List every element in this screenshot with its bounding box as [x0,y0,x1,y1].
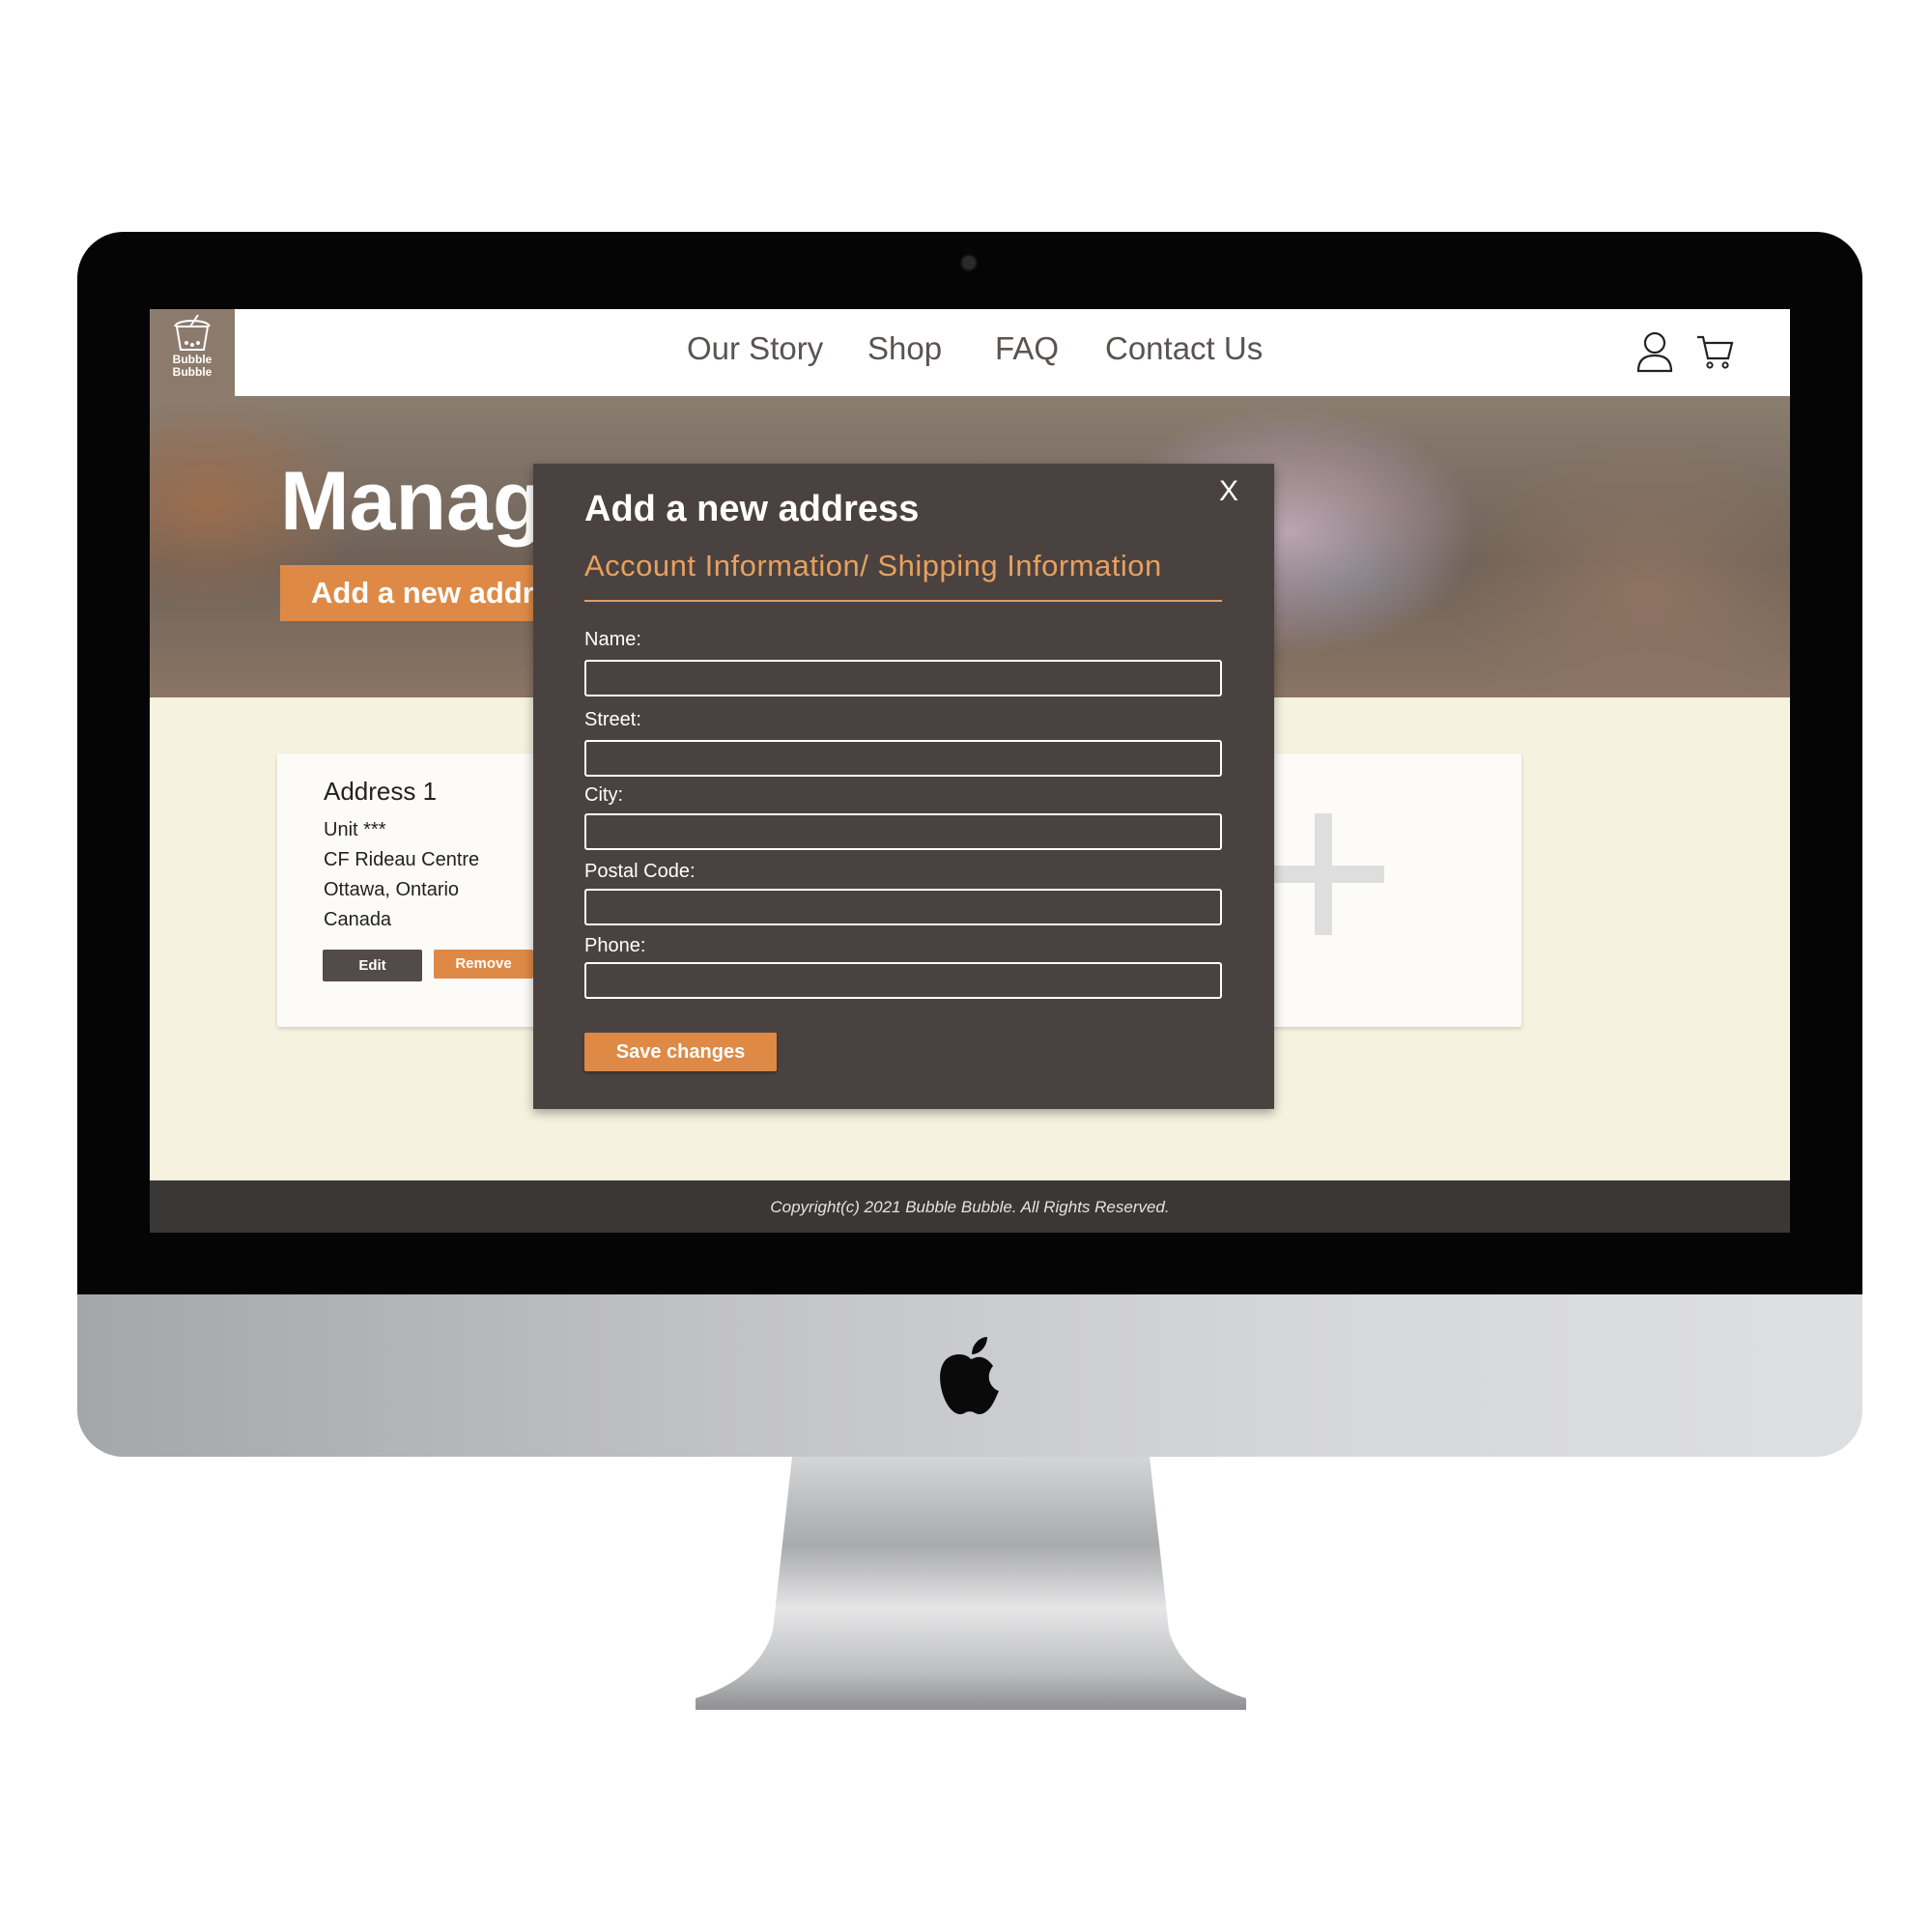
city-label: City: [584,784,623,806]
copyright-text: Copyright(c) 2021 Bubble Bubble. All Rig… [770,1198,1170,1216]
nav-our-story[interactable]: Our Story [687,330,823,367]
postal-code-field[interactable] [584,889,1222,925]
cart-icon[interactable] [1695,332,1734,371]
top-nav: Bubble Bubble Our Story Shop FAQ Contact… [150,309,1790,397]
address-line: Unit *** [324,819,386,840]
screen: Bubble Bubble Our Story Shop FAQ Contact… [150,309,1790,1233]
city-field[interactable] [584,813,1222,850]
monitor-stand [696,1457,1246,1710]
logo-line1: Bubble [172,353,213,366]
camera-icon [962,256,976,270]
divider [584,600,1222,602]
phone-field[interactable] [584,962,1222,999]
brand-logo[interactable]: Bubble Bubble [150,309,235,396]
postal-code-label: Postal Code: [584,861,696,882]
name-label: Name: [584,629,641,650]
street-label: Street: [584,709,641,730]
edit-button[interactable]: Edit [323,950,422,981]
nav-contact-us[interactable]: Contact Us [1105,330,1263,367]
street-field[interactable] [584,740,1222,777]
page-title: Manag [280,455,544,548]
add-address-card[interactable] [1232,753,1521,1027]
nav-shop[interactable]: Shop [867,330,942,367]
remove-button[interactable]: Remove [434,950,533,979]
cup-icon [174,314,211,351]
footer: Copyright(c) 2021 Bubble Bubble. All Rig… [150,1180,1790,1233]
add-address-modal: X Add a new address Account Information/… [533,464,1274,1109]
user-icon[interactable] [1635,330,1674,373]
address-line: Ottawa, Ontario [324,879,460,900]
nav-faq[interactable]: FAQ [995,330,1059,367]
address-line: CF Rideau Centre [324,849,480,870]
address-title: Address 1 [324,777,438,806]
logo-line2: Bubble [172,365,213,379]
modal-subtitle: Account Information/ Shipping Informatio… [584,549,1162,582]
modal-title: Add a new address [584,489,920,529]
phone-label: Phone: [584,935,646,956]
address-line: Canada [324,909,392,930]
save-changes-button[interactable]: Save changes [584,1033,777,1071]
apple-logo-icon [940,1337,999,1414]
plus-icon [1263,866,1384,883]
close-button[interactable]: X [1219,475,1238,508]
name-field[interactable] [584,660,1222,696]
